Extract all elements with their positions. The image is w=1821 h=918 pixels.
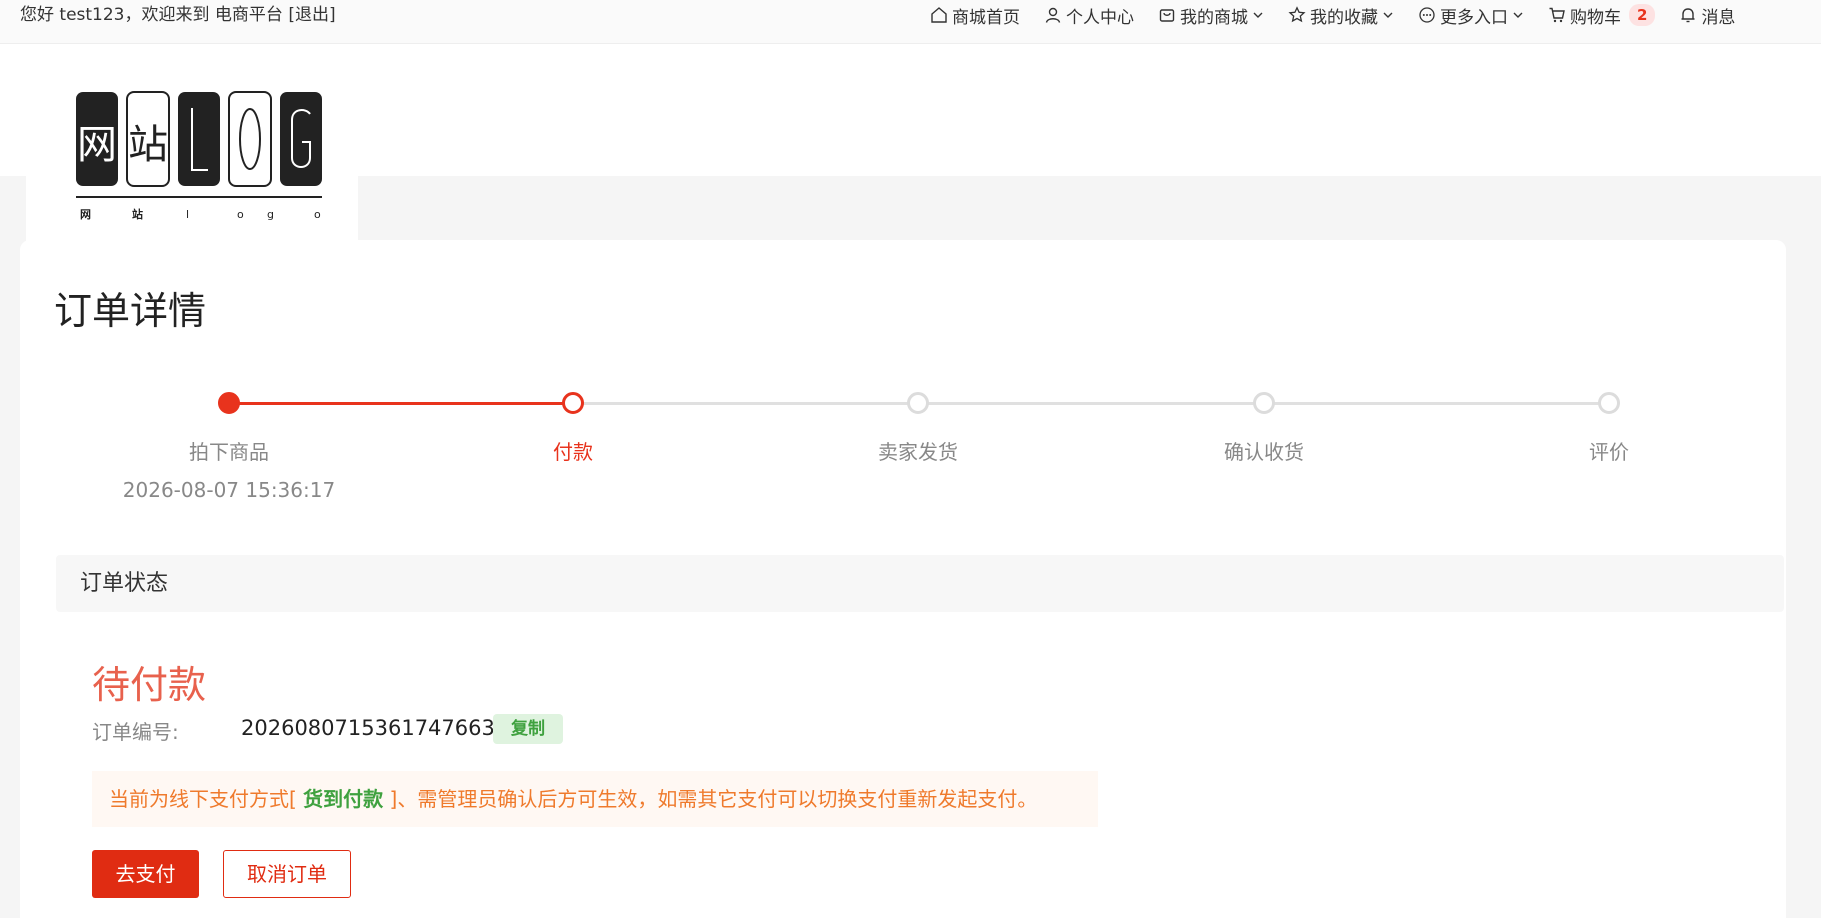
nav-more-label: 更多入口 — [1440, 7, 1508, 28]
page-title: 订单详情 — [54, 289, 207, 333]
logo-subtext-6: o — [314, 208, 321, 221]
logo-char-2: 站 — [128, 122, 168, 168]
nav-cart[interactable]: 购物车 2 — [1548, 3, 1656, 28]
nav-my-shop-label: 我的商城 — [1180, 7, 1248, 28]
nav-user-center-label: 个人中心 — [1066, 7, 1134, 28]
nav-cart-label: 购物车 — [1570, 7, 1621, 28]
logo-subtext-2: 站 — [132, 207, 143, 221]
more-dots-icon — [1419, 7, 1435, 23]
payment-notice: 当前为线下支付方式[ 货到付款 ]、需管理员确认后方可生效，如需其它支付可以切换… — [92, 771, 1098, 827]
step-dot-shipping — [907, 392, 929, 414]
star-icon — [1288, 6, 1306, 23]
logout-link[interactable]: [退出] — [288, 5, 335, 25]
pay-button[interactable]: 去支付 — [92, 850, 199, 898]
logo-subtext-5: g — [267, 208, 274, 221]
cancel-order-button[interactable]: 取消订单 — [223, 850, 351, 898]
nav-messages-label: 消息 — [1701, 7, 1736, 28]
chevron-down-icon — [1253, 12, 1263, 18]
notice-payment-method: 货到付款 — [303, 787, 384, 811]
logo-char-1: 网 — [77, 122, 117, 168]
chevron-down-icon — [1513, 12, 1523, 18]
nav-more[interactable]: 更多入口 — [1418, 3, 1524, 28]
nav-favorites[interactable]: 我的收藏 — [1288, 3, 1394, 28]
greeting-prefix: 您好 — [20, 5, 60, 25]
site-logo[interactable]: 网 站 网 站 l o g o — [74, 90, 322, 230]
shop-bag-icon — [1159, 9, 1175, 22]
order-number-value: 20260807153617476638 — [241, 716, 509, 740]
notice-prefix: 当前为线下支付方式[ — [109, 787, 304, 811]
logo-subtext-3: l — [186, 208, 189, 221]
top-nav: 商城首页 个人中心 我的商城 我的收藏 更多入口 购物车 2 消息 — [930, 0, 1759, 30]
nav-home-label: 商城首页 — [952, 7, 1020, 28]
top-bar: 您好 test123，欢迎来到 电商平台 [退出] 商城首页 个人中心 我的商城… — [0, 0, 1821, 44]
chevron-down-icon — [1383, 12, 1393, 18]
bell-icon — [1681, 8, 1695, 23]
step-dot-review — [1598, 392, 1620, 414]
home-icon — [931, 7, 947, 23]
greeting-suffix: ，欢迎来到 电商平台 — [124, 5, 289, 25]
cart-icon — [1549, 7, 1565, 23]
nav-messages[interactable]: 消息 — [1679, 3, 1735, 28]
step-dot-placed — [218, 392, 240, 414]
step-dot-payment — [562, 392, 584, 414]
order-status-section-header: 订单状态 — [56, 555, 1784, 612]
notice-suffix: ]、需管理员确认后方可生效，如需其它支付可以切换支付重新发起支付。 — [383, 787, 1038, 811]
logo-subtext: 网 — [80, 208, 91, 221]
username: test123 — [59, 5, 125, 25]
nav-user-center[interactable]: 个人中心 — [1044, 3, 1134, 28]
section-title: 订单状态 — [80, 571, 169, 596]
nav-my-shop[interactable]: 我的商城 — [1158, 3, 1264, 28]
nav-home[interactable]: 商城首页 — [930, 3, 1020, 28]
logo-subtext-4: o — [237, 208, 244, 221]
greeting: 您好 test123，欢迎来到 电商平台 [退出] — [20, 0, 336, 30]
step-dot-received — [1253, 392, 1275, 414]
order-status-text: 待付款 — [92, 663, 207, 707]
order-number-label: 订单编号: — [92, 720, 179, 744]
user-icon — [1045, 7, 1061, 23]
copy-order-number-button[interactable]: 复制 — [493, 714, 563, 744]
cart-count-badge: 2 — [1629, 4, 1656, 26]
nav-favorites-label: 我的收藏 — [1310, 7, 1378, 28]
